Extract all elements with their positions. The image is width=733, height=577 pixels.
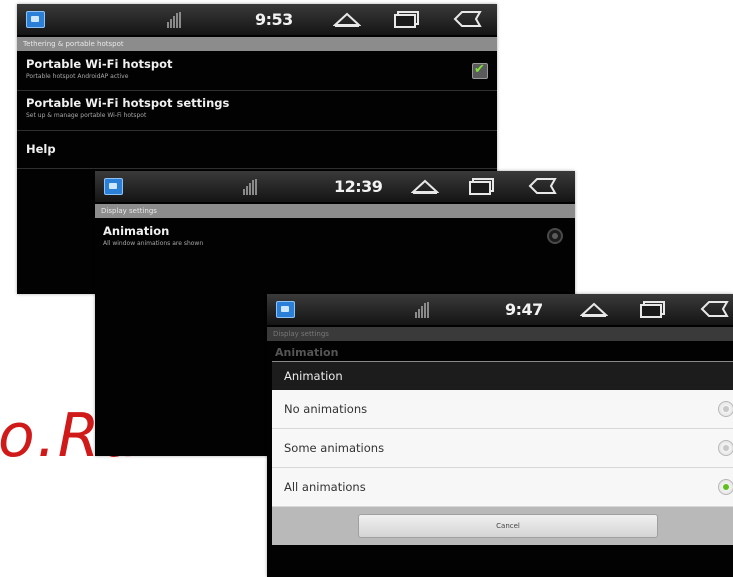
dialog-title: Animation — [272, 362, 733, 390]
background-pref-title: Animation — [275, 346, 339, 359]
recent-apps-icon[interactable] — [393, 10, 421, 28]
option-label: Some animations — [284, 441, 385, 455]
section-header: Display settings — [267, 327, 733, 341]
app-icon — [276, 301, 295, 318]
checkbox-icon[interactable] — [472, 62, 488, 79]
radio-icon[interactable] — [547, 228, 563, 244]
option-label: All animations — [284, 480, 366, 494]
status-bar: 12:39 — [95, 171, 575, 203]
pref-portable-hotspot[interactable]: Portable Wi-Fi hotspot Portable hotspot … — [17, 57, 497, 80]
pref-help[interactable]: Help — [17, 142, 497, 156]
clock: 12:39 — [334, 177, 383, 196]
app-icon — [26, 11, 45, 28]
clock: 9:47 — [505, 300, 543, 319]
section-header: Display settings — [95, 204, 575, 218]
divider — [17, 168, 497, 169]
option-all-animations[interactable]: All animations — [272, 468, 733, 507]
home-icon[interactable] — [333, 10, 361, 28]
pref-subtitle: Portable hotspot AndroidAP active — [26, 73, 129, 80]
signal-icon — [167, 12, 183, 28]
dialog-footer: Cancel — [272, 507, 733, 545]
pref-title: Animation — [103, 224, 170, 238]
back-icon[interactable] — [527, 177, 557, 195]
clock: 9:53 — [255, 10, 293, 29]
pref-subtitle: Set up & manage portable Wi-Fi hotspot — [26, 112, 147, 119]
back-icon[interactable] — [699, 300, 729, 318]
animation-dialog: Animation No animations Some animations … — [272, 361, 733, 545]
home-icon[interactable] — [411, 177, 439, 195]
status-bar: 9:53 — [17, 4, 497, 36]
signal-icon — [415, 302, 431, 318]
home-icon[interactable] — [580, 300, 608, 318]
cancel-button[interactable]: Cancel — [358, 514, 658, 538]
pref-title: Portable Wi-Fi hotspot — [26, 57, 173, 71]
section-header: Tethering & portable hotspot — [17, 37, 497, 51]
divider — [17, 130, 497, 131]
app-icon — [104, 178, 123, 195]
pref-animation[interactable]: Animation All window animations are show… — [95, 224, 575, 247]
signal-icon — [243, 179, 259, 195]
pref-title: Portable Wi-Fi hotspot settings — [26, 96, 230, 110]
status-bar: 9:47 — [267, 294, 733, 326]
recent-apps-icon[interactable] — [639, 300, 667, 318]
pref-hotspot-settings[interactable]: Portable Wi-Fi hotspot settings Set up &… — [17, 96, 497, 119]
recent-apps-icon[interactable] — [468, 177, 496, 195]
option-no-animations[interactable]: No animations — [272, 390, 733, 429]
option-some-animations[interactable]: Some animations — [272, 429, 733, 468]
radio-icon[interactable] — [718, 479, 733, 495]
radio-icon[interactable] — [718, 440, 733, 456]
screen-animation-dialog: 9:47 Display settings Animation Animatio… — [267, 294, 733, 577]
pref-subtitle: All window animations are shown — [103, 240, 204, 247]
divider — [17, 90, 497, 91]
back-icon[interactable] — [452, 10, 482, 28]
pref-title: Help — [26, 142, 56, 156]
option-label: No animations — [284, 402, 368, 416]
radio-icon[interactable] — [718, 401, 733, 417]
